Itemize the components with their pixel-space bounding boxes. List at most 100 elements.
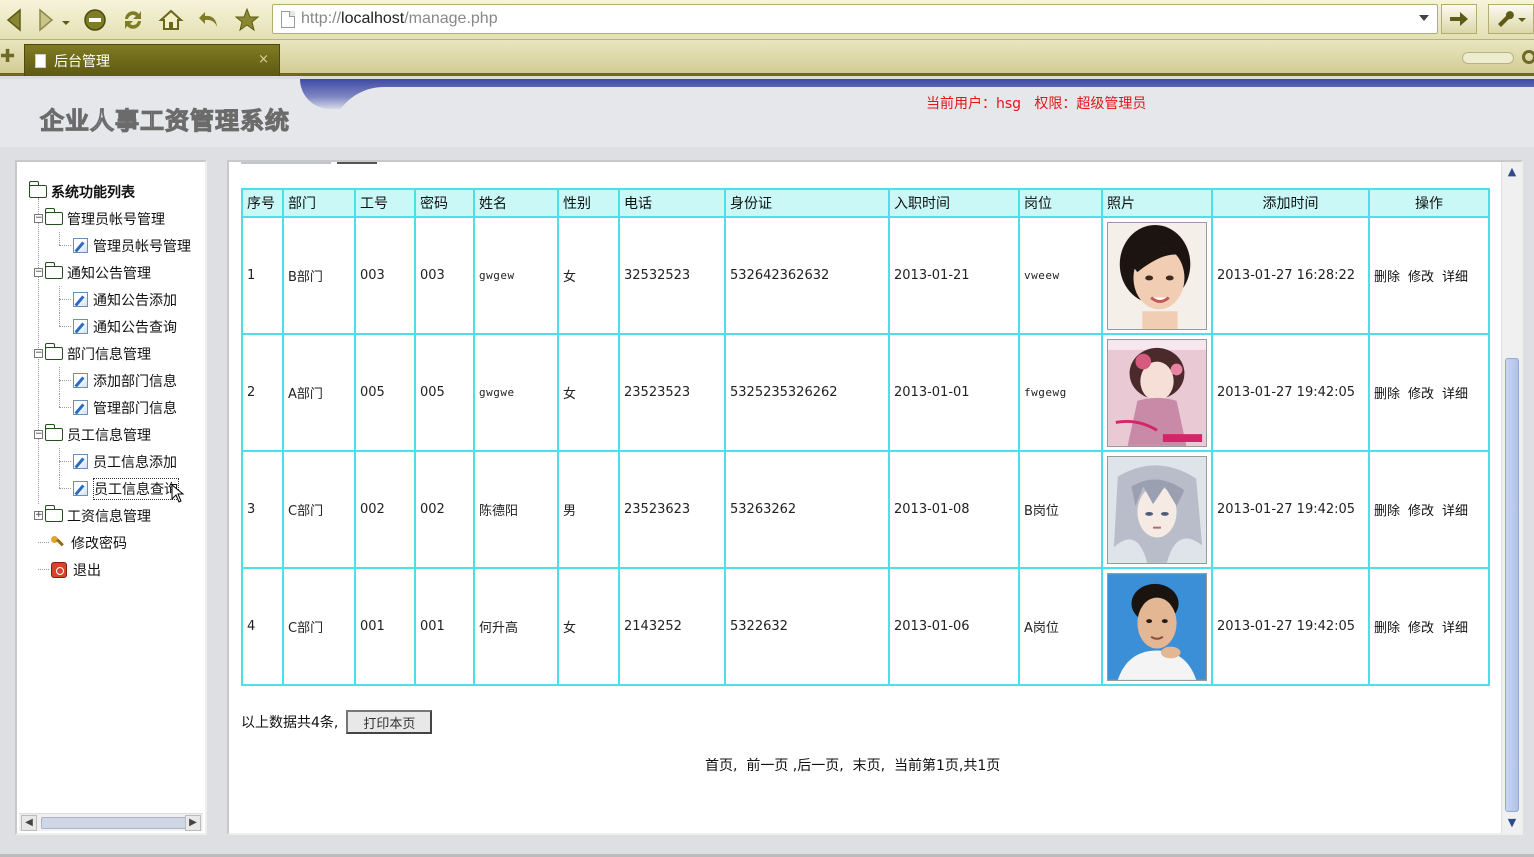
cell-dept: A部门 bbox=[282, 333, 356, 452]
scroll-thumb[interactable] bbox=[1505, 358, 1519, 812]
delete-link[interactable]: 删除 bbox=[1374, 270, 1400, 285]
new-tab-icon[interactable]: ✚ bbox=[0, 48, 18, 66]
go-button[interactable] bbox=[1441, 4, 1477, 34]
next-page-link[interactable]: 后一页 bbox=[797, 758, 839, 774]
tree-item-admin-account-manage[interactable]: 管理员帐号管理 bbox=[29, 232, 191, 259]
scroll-left-icon[interactable]: ◀ bbox=[21, 815, 37, 831]
tree-group-salary[interactable]: + 工资信息管理 bbox=[29, 502, 191, 529]
collapse-icon[interactable]: − bbox=[34, 268, 43, 277]
cell-added-time: 2013-01-27 16:28:22 bbox=[1211, 216, 1370, 335]
page-status: 当前第1页,共1页 bbox=[893, 758, 1001, 774]
detail-link[interactable]: 详细 bbox=[1442, 504, 1468, 519]
last-page-link[interactable]: 末页 bbox=[853, 758, 881, 774]
table-row: 2 A部门 005 005 gwgwe 女 23523523 532523532… bbox=[241, 333, 1490, 452]
tree-item-notice-add[interactable]: 通知公告添加 bbox=[29, 286, 191, 313]
folder-icon bbox=[45, 208, 63, 225]
print-page-button[interactable]: 打印本页 bbox=[346, 710, 433, 734]
tree-item-department-manage[interactable]: 管理部门信息 bbox=[29, 394, 191, 421]
expand-icon[interactable]: + bbox=[34, 511, 43, 520]
scroll-thumb[interactable] bbox=[41, 817, 187, 829]
home-icon[interactable] bbox=[156, 5, 186, 35]
column-header: 部门 bbox=[282, 188, 356, 218]
prev-page-link[interactable]: 前一页 bbox=[746, 758, 788, 774]
edit-page-icon bbox=[73, 481, 88, 496]
tree-group-notice[interactable]: − 通知公告管理 bbox=[29, 259, 191, 286]
cell-password: 005 bbox=[414, 333, 475, 452]
table-footer: 以上数据共4条, 打印本页 bbox=[241, 710, 433, 734]
cell-dept: C部门 bbox=[282, 567, 356, 686]
reload-icon[interactable] bbox=[118, 5, 148, 35]
employee-table: 序号 部门 工号 密码 姓名 性别 电话 身份证 入职时间 岗位 照片 添加时间… bbox=[241, 188, 1490, 686]
cell-gender: 女 bbox=[557, 567, 620, 686]
history-dropdown-icon[interactable] bbox=[58, 5, 74, 35]
edit-link[interactable]: 修改 bbox=[1408, 270, 1434, 285]
employee-photo[interactable] bbox=[1107, 221, 1207, 330]
tree-item-notice-query[interactable]: 通知公告查询 bbox=[29, 313, 191, 340]
employee-photo[interactable] bbox=[1107, 455, 1207, 564]
detail-link[interactable]: 详细 bbox=[1442, 387, 1468, 402]
cell-id-card: 53263262 bbox=[724, 450, 890, 569]
forward-arrow-icon[interactable] bbox=[30, 5, 60, 35]
scroll-down-icon[interactable]: ▼ bbox=[1504, 815, 1520, 831]
browser-toolbar: http://localhost/manage.php bbox=[0, 0, 1534, 40]
url-text[interactable]: http://localhost/manage.php bbox=[301, 10, 498, 28]
first-page-link[interactable]: 首页 bbox=[705, 758, 733, 774]
tree-item-label: 通知公告添加 bbox=[93, 292, 177, 309]
cell-hire-date: 2013-01-08 bbox=[888, 450, 1020, 569]
employee-photo[interactable] bbox=[1107, 572, 1207, 681]
back-arrow-icon[interactable] bbox=[0, 5, 30, 35]
detail-link[interactable]: 详细 bbox=[1442, 621, 1468, 636]
tree-item-change-password[interactable]: 修改密码 bbox=[29, 529, 191, 556]
content-vertical-scrollbar[interactable]: ▲ ▼ bbox=[1501, 162, 1521, 833]
tools-button[interactable] bbox=[1488, 4, 1534, 34]
detail-link[interactable]: 详细 bbox=[1442, 270, 1468, 285]
bookmark-star-icon[interactable] bbox=[232, 5, 262, 35]
edit-link[interactable]: 修改 bbox=[1408, 504, 1434, 519]
sidebar-horizontal-scrollbar[interactable]: ◀ ▶ bbox=[19, 813, 203, 831]
scroll-right-icon[interactable]: ▶ bbox=[185, 815, 201, 831]
page-icon bbox=[281, 10, 295, 28]
tree-item-department-add[interactable]: 添加部门信息 bbox=[29, 367, 191, 394]
column-header: 岗位 bbox=[1018, 188, 1103, 218]
key-icon bbox=[51, 535, 65, 550]
folder-icon bbox=[45, 343, 63, 360]
address-bar[interactable]: http://localhost/manage.php bbox=[272, 4, 1438, 34]
content-frame: 序号 部门 工号 密码 姓名 性别 电话 身份证 入职时间 岗位 照片 添加时间… bbox=[227, 160, 1523, 835]
tree-group-employee[interactable]: − 员工信息管理 bbox=[29, 421, 191, 448]
scroll-up-icon[interactable]: ▲ bbox=[1504, 164, 1520, 180]
cell-photo bbox=[1101, 333, 1213, 452]
delete-link[interactable]: 删除 bbox=[1374, 621, 1400, 636]
url-dropdown-icon[interactable] bbox=[1419, 15, 1429, 21]
undo-icon[interactable] bbox=[194, 5, 224, 35]
tree-group-admin-account[interactable]: − 管理员帐号管理 bbox=[29, 205, 191, 232]
tree-item-employee-add[interactable]: 员工信息添加 bbox=[29, 448, 191, 475]
logout-icon bbox=[51, 561, 67, 578]
tree-item-employee-query[interactable]: 员工信息查询 bbox=[29, 475, 191, 503]
column-header: 电话 bbox=[618, 188, 726, 218]
cell-name: gwgew bbox=[473, 216, 559, 335]
edit-page-icon bbox=[73, 292, 88, 307]
cell-hire-date: 2013-01-06 bbox=[888, 567, 1020, 686]
delete-link[interactable]: 删除 bbox=[1374, 504, 1400, 519]
collapse-icon[interactable]: − bbox=[34, 430, 43, 439]
cell-position: B岗位 bbox=[1018, 450, 1103, 569]
cell-gender: 女 bbox=[557, 333, 620, 452]
collapse-icon[interactable]: − bbox=[34, 349, 43, 358]
tab-menu-icon[interactable] bbox=[1522, 50, 1534, 64]
tree-item-logout[interactable]: 退出 bbox=[29, 556, 191, 583]
edit-link[interactable]: 修改 bbox=[1408, 387, 1434, 402]
cell-name: gwgwe bbox=[473, 333, 559, 452]
employee-photo[interactable] bbox=[1107, 338, 1207, 447]
tree-root[interactable]: 系统功能列表 bbox=[29, 178, 191, 205]
tab-admin[interactable]: 后台管理 × bbox=[24, 44, 280, 76]
cell-actions: 删除 修改 详细 bbox=[1368, 567, 1490, 686]
cell-phone: 23523623 bbox=[618, 450, 726, 569]
delete-link[interactable]: 删除 bbox=[1374, 387, 1400, 402]
collapse-icon[interactable]: − bbox=[34, 214, 43, 223]
column-header: 照片 bbox=[1101, 188, 1213, 218]
tab-close-icon[interactable]: × bbox=[258, 52, 269, 67]
tree-group-department[interactable]: − 部门信息管理 bbox=[29, 340, 191, 367]
edit-link[interactable]: 修改 bbox=[1408, 621, 1434, 636]
cell-id-card: 532642362632 bbox=[724, 216, 890, 335]
stop-icon[interactable] bbox=[80, 5, 110, 35]
